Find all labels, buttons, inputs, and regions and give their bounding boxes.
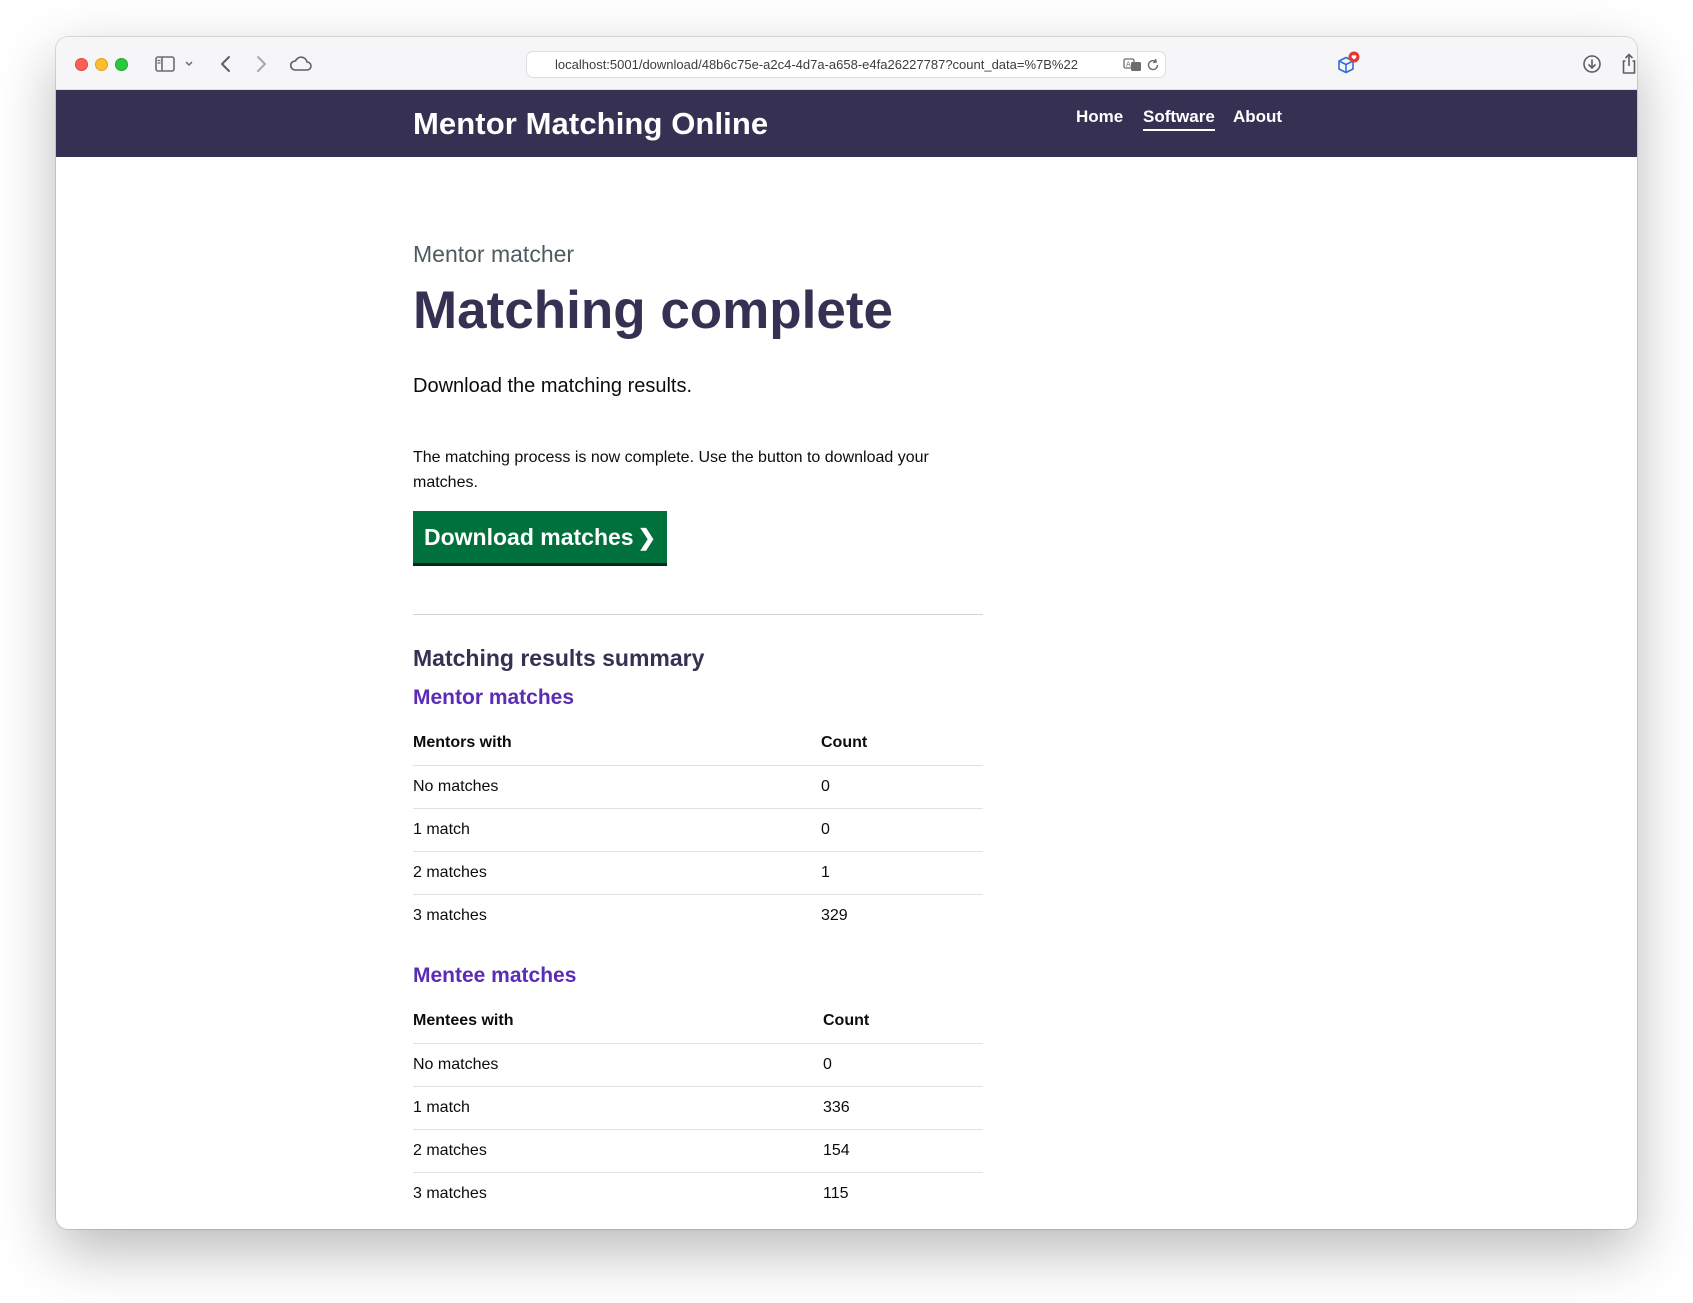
minimize-window-button[interactable] [95, 58, 108, 71]
column-header: Count [821, 722, 983, 766]
table-row: No matches 0 [413, 1043, 983, 1087]
zoom-window-button[interactable] [115, 58, 128, 71]
svg-text:A: A [1126, 61, 1131, 69]
table-cell: 1 match [413, 808, 821, 852]
summary-heading: Matching results summary [413, 645, 705, 671]
table-row: No matches 0 [413, 765, 983, 809]
chevron-right-icon: ❯ [637, 525, 657, 550]
column-header: Mentors with [413, 722, 821, 766]
browser-window: localhost:5001/download/48b6c75e-a2c4-4d… [56, 37, 1637, 1229]
page-caption: Mentor matcher [413, 241, 575, 267]
translate-icon[interactable]: A [1123, 56, 1143, 79]
table-cell: 0 [821, 808, 983, 852]
body-paragraph: The matching process is now complete. Us… [413, 449, 929, 491]
column-header: Mentees with [413, 1000, 823, 1044]
lead-paragraph: Download the matching results. [413, 375, 693, 397]
site-header: Mentor Matching Online Home Software Abo… [56, 90, 1637, 157]
extension-icon[interactable] [1332, 51, 1362, 77]
nav-about-link[interactable]: About [1233, 107, 1282, 129]
share-icon[interactable] [1617, 51, 1637, 77]
table-cell: 2 matches [413, 1129, 823, 1173]
browser-toolbar: localhost:5001/download/48b6c75e-a2c4-4d… [56, 37, 1637, 90]
section-divider [413, 614, 983, 615]
table-cell: 336 [823, 1086, 983, 1130]
reload-icon[interactable] [1145, 56, 1161, 79]
url-fade [1087, 54, 1123, 76]
table-row: 1 match 0 [413, 808, 983, 852]
nav-software-link[interactable]: Software [1143, 107, 1215, 131]
download-button-label: Download matches [424, 524, 634, 550]
chevron-down-icon[interactable] [182, 51, 196, 77]
table-cell: 115 [823, 1184, 849, 1202]
downloads-icon[interactable] [1580, 51, 1604, 77]
table-row: 3 matches 115 [413, 1172, 983, 1215]
table-row: 1 match 336 [413, 1086, 983, 1130]
table-cell: 0 [821, 765, 983, 809]
address-bar[interactable]: localhost:5001/download/48b6c75e-a2c4-4d… [526, 51, 1166, 78]
table-row: 2 matches 154 [413, 1129, 983, 1173]
table-cell: 3 matches [413, 906, 487, 924]
forward-icon[interactable] [251, 51, 271, 77]
table-cell: 154 [823, 1129, 983, 1173]
table-row: 2 matches 1 [413, 851, 983, 895]
mentor-matches-table: Mentors with Count No matches 0 1 match … [413, 722, 983, 937]
table-cell: No matches [413, 1043, 823, 1087]
mentee-matches-heading: Mentee matches [413, 964, 577, 987]
table-header-row: Mentees with Count [413, 1000, 983, 1044]
url-text[interactable]: localhost:5001/download/48b6c75e-a2c4-4d… [555, 57, 1117, 72]
main-nav: Home Software About [56, 107, 1637, 137]
close-window-button[interactable] [75, 58, 88, 71]
table-cell: 1 [821, 851, 983, 895]
page-title: Matching complete [413, 281, 894, 340]
download-matches-button[interactable]: Download matches ❯ [413, 511, 668, 563]
table-cell: 3 matches [413, 1184, 487, 1202]
back-icon[interactable] [216, 51, 236, 77]
table-cell: No matches [413, 765, 821, 809]
table-cell: 0 [823, 1043, 983, 1087]
mentor-matches-heading: Mentor matches [413, 686, 575, 709]
table-cell: 1 match [413, 1086, 823, 1130]
table-header-row: Mentors with Count [413, 722, 983, 766]
table-cell: 2 matches [413, 851, 821, 895]
sidebar-icon[interactable] [154, 51, 178, 77]
mentee-matches-table: Mentees with Count No matches 0 1 match … [413, 1000, 983, 1215]
column-header: Count [823, 1000, 983, 1044]
table-cell: 329 [821, 906, 848, 924]
nav-home-link[interactable]: Home [1076, 107, 1123, 129]
table-row: 3 matches 329 [413, 894, 983, 937]
cloud-icon[interactable] [288, 51, 314, 77]
